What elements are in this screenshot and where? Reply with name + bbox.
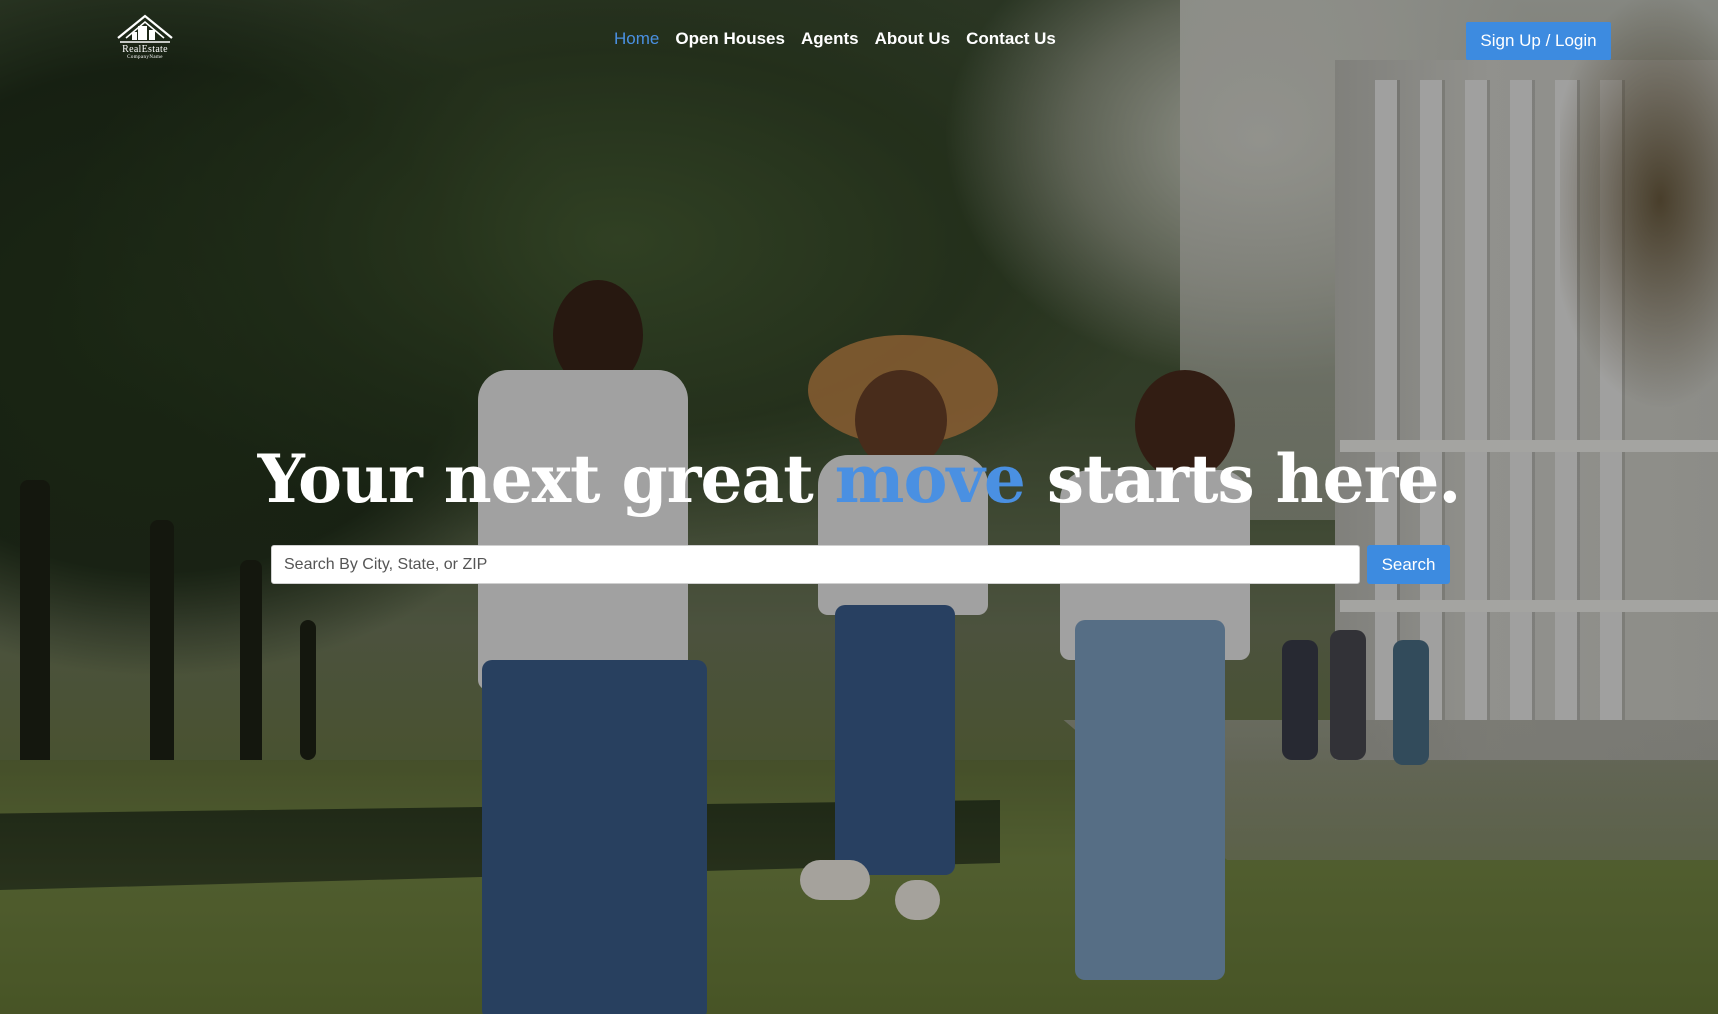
headline-text-end: starts here. bbox=[1046, 440, 1462, 518]
nav-item-open-houses[interactable]: Open Houses bbox=[675, 29, 785, 49]
headline-text-start: Your next great bbox=[257, 440, 814, 518]
logo-name: RealEstate bbox=[122, 44, 168, 55]
hero-headline: Your next great move starts here. bbox=[0, 440, 1718, 518]
logo-subtitle: CompanyName bbox=[127, 55, 163, 60]
house-roof-icon bbox=[117, 14, 173, 43]
nav-item-agents[interactable]: Agents bbox=[801, 29, 859, 49]
nav-item-contact-us[interactable]: Contact Us bbox=[966, 29, 1056, 49]
headline-accent-word: move bbox=[834, 440, 1026, 518]
search-button[interactable]: Search bbox=[1367, 545, 1450, 584]
nav-item-about-us[interactable]: About Us bbox=[875, 29, 951, 49]
signup-login-button[interactable]: Sign Up / Login bbox=[1466, 22, 1611, 60]
logo[interactable]: RealEstate CompanyName bbox=[112, 12, 178, 64]
main-nav: Home Open Houses Agents About Us Contact… bbox=[614, 29, 1056, 49]
search-input[interactable] bbox=[271, 545, 1360, 584]
nav-item-home[interactable]: Home bbox=[614, 29, 659, 49]
